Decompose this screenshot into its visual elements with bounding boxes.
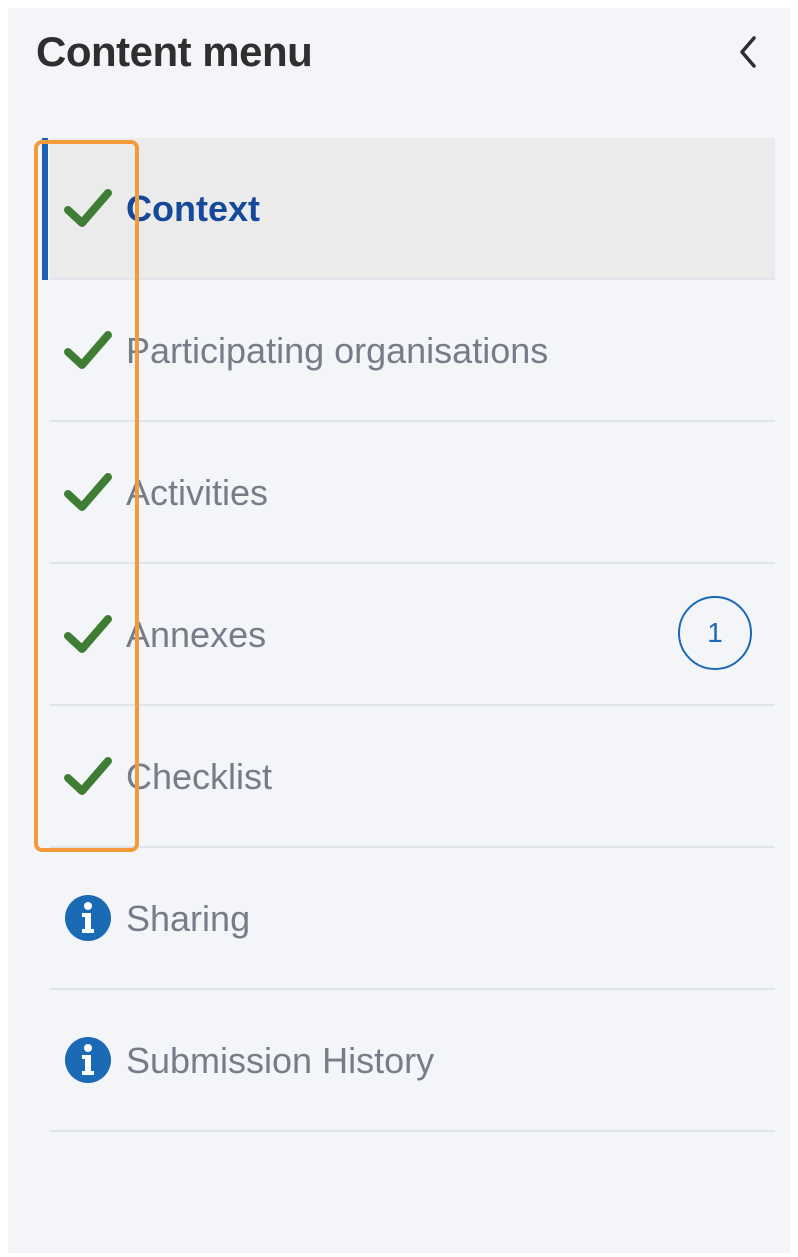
menu-item-submission-history[interactable]: Submission History [50, 990, 775, 1132]
menu-item-label: Participating organisations [126, 330, 549, 371]
content-menu-title: Content menu [36, 28, 313, 75]
menu-item-context[interactable]: Context [42, 138, 775, 280]
menu-item-activities[interactable]: Activities [50, 422, 775, 564]
count-badge: 1 [678, 596, 752, 670]
info-icon [65, 895, 111, 941]
active-indicator [42, 138, 48, 280]
check-icon [64, 757, 112, 795]
menu-item-label: Submission History [126, 1040, 435, 1081]
content-menu-list: Context Participating organisations Acti… [42, 138, 775, 1132]
check-icon [64, 189, 112, 227]
menu-item-checklist[interactable]: Checklist [50, 706, 775, 848]
menu-item-label: Annexes [126, 614, 267, 655]
menu-item-annexes[interactable]: Annexes 1 [50, 564, 775, 706]
menu-item-label: Sharing [126, 898, 251, 939]
content-menu-panel: Content menu Context Participating organ… [8, 8, 790, 1253]
collapse-menu-button[interactable] [728, 30, 768, 74]
menu-item-label: Activities [126, 472, 269, 513]
chevron-left-icon [740, 36, 756, 68]
check-icon [64, 473, 112, 511]
menu-item-label: Context [126, 188, 260, 229]
content-menu-header: Content menu [8, 8, 790, 108]
info-icon [65, 1037, 111, 1083]
check-icon [64, 331, 112, 369]
check-icon [64, 615, 112, 653]
menu-item-label: Checklist [126, 756, 273, 797]
menu-item-sharing[interactable]: Sharing [50, 848, 775, 990]
menu-item-participating-organisations[interactable]: Participating organisations [50, 280, 775, 422]
